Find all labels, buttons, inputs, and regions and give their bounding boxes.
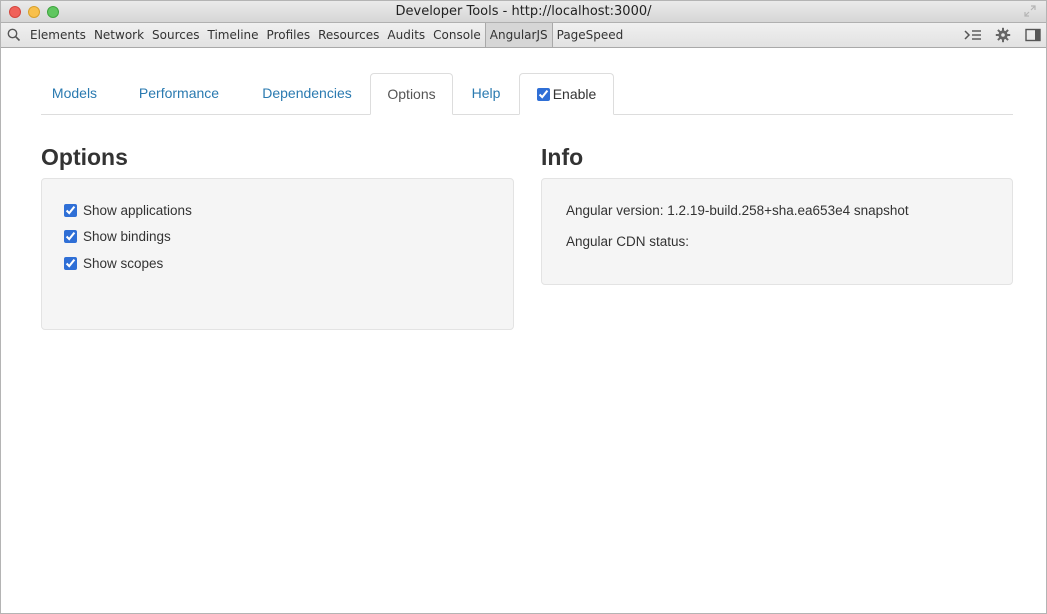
fullscreen-icon[interactable] xyxy=(1024,5,1038,19)
devtools-tab-elements[interactable]: Elements xyxy=(26,23,90,47)
devtools-tab-angularjs[interactable]: AngularJS xyxy=(484,23,553,47)
title-bar: Developer Tools - http://localhost:3000/ xyxy=(1,1,1046,23)
tab-dependencies[interactable]: Dependencies xyxy=(245,73,369,115)
devtools-window: Developer Tools - http://localhost:3000/… xyxy=(0,0,1047,614)
show-scopes-option[interactable]: Show scopes xyxy=(64,256,163,271)
devtools-tab-timeline[interactable]: Timeline xyxy=(204,23,263,47)
show-applications-option[interactable]: Show applications xyxy=(64,203,192,218)
info-panel: Angular version: 1.2.19-build.258+sha.ea… xyxy=(541,178,1013,285)
devtools-tab-resources[interactable]: Resources xyxy=(314,23,383,47)
enable-checkbox[interactable] xyxy=(536,87,550,101)
show-applications-label: Show applications xyxy=(83,203,192,218)
search-icon[interactable] xyxy=(6,27,22,43)
console-drawer-icon[interactable] xyxy=(964,26,982,44)
tab-help[interactable]: Help xyxy=(457,73,515,115)
show-bindings-option[interactable]: Show bindings xyxy=(64,229,171,244)
devtools-tab-profiles[interactable]: Profiles xyxy=(263,23,315,47)
window-title: Developer Tools - http://localhost:3000/ xyxy=(395,4,652,19)
show-bindings-checkbox[interactable] xyxy=(64,230,77,243)
devtools-tab-sources[interactable]: Sources xyxy=(148,23,203,47)
dock-icon[interactable] xyxy=(1024,26,1042,44)
show-scopes-checkbox[interactable] xyxy=(64,257,77,270)
tab-models[interactable]: Models xyxy=(41,73,108,115)
gear-icon[interactable] xyxy=(994,26,1012,44)
show-bindings-label: Show bindings xyxy=(83,229,171,244)
angular-version: Angular version: 1.2.19-build.258+sha.ea… xyxy=(566,203,909,218)
panel-tabs: Models Performance Dependencies Options … xyxy=(41,73,1013,115)
show-scopes-label: Show scopes xyxy=(83,256,164,271)
tab-performance[interactable]: Performance xyxy=(123,73,235,115)
options-panel: Show applications Show bindings Show sco… xyxy=(41,178,514,330)
devtools-tab-console[interactable]: Console xyxy=(429,23,485,47)
devtools-tabs: Elements Network Sources Timeline Profil… xyxy=(26,23,627,47)
enable-label: Enable xyxy=(552,86,597,102)
devtools-tab-audits[interactable]: Audits xyxy=(383,23,429,47)
devtools-toolbar: Elements Network Sources Timeline Profil… xyxy=(1,23,1046,48)
devtools-tab-network[interactable]: Network xyxy=(90,23,148,47)
options-heading: Options xyxy=(41,144,128,170)
show-applications-checkbox[interactable] xyxy=(64,204,77,217)
angular-cdn-status: Angular CDN status: xyxy=(566,234,690,249)
devtools-tab-pagespeed[interactable]: PageSpeed xyxy=(553,23,628,47)
toolbar-actions xyxy=(964,26,1042,44)
tab-options[interactable]: Options xyxy=(370,73,453,115)
info-heading: Info xyxy=(541,144,584,170)
tab-enable[interactable]: Enable xyxy=(519,73,614,115)
